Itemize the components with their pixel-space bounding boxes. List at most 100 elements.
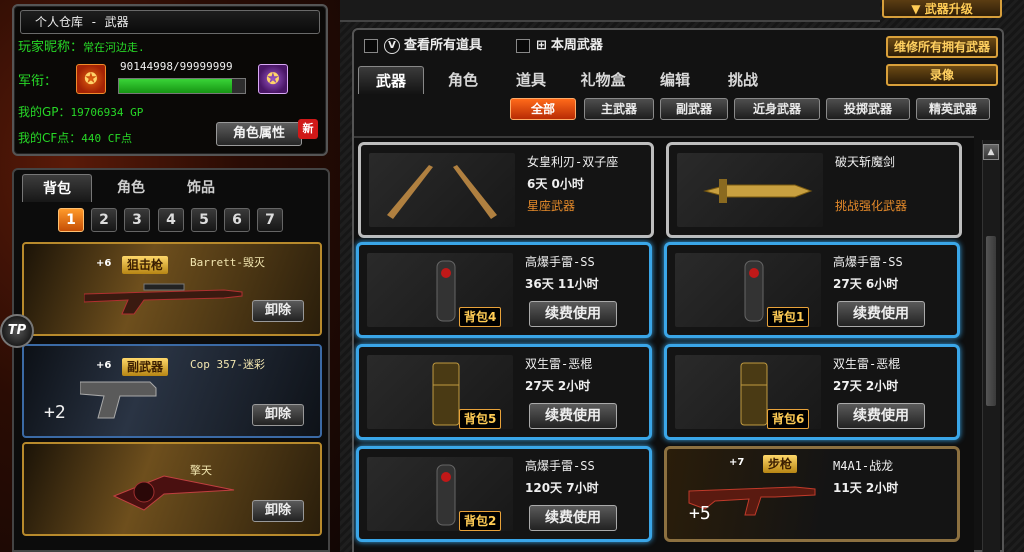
renew-button[interactable]: 续费使用: [529, 301, 617, 327]
tab-edit[interactable]: 编辑: [642, 66, 708, 94]
item-category: 挑战强化武器: [835, 199, 908, 213]
exp-progress-bar: [118, 78, 246, 94]
page-button-1[interactable]: 1: [58, 208, 84, 232]
item-name: 高爆手雷-SS: [525, 255, 595, 269]
unload-button[interactable]: 卸除: [252, 500, 304, 522]
tab-items[interactable]: 道具: [498, 66, 564, 94]
item-image: [677, 153, 823, 227]
unload-button[interactable]: 卸除: [252, 300, 304, 322]
bag-tab-character[interactable]: 角色: [96, 174, 166, 202]
page-button-4[interactable]: 4: [158, 208, 184, 232]
scrollbar[interactable]: ▲: [982, 140, 1000, 552]
slot-upgrade-level: +2: [44, 402, 66, 423]
slot-type-tag: 狙击枪: [122, 256, 169, 274]
page-button-3[interactable]: 3: [124, 208, 150, 232]
sniper-rifle-icon: [84, 283, 243, 315]
filter-primary[interactable]: 主武器: [584, 98, 654, 120]
backpack-slot-badge: 背包4: [459, 307, 502, 327]
bag-slot-melee[interactable]: 擎天 卸除: [22, 442, 322, 536]
item-name: 双生雷-恶棍: [833, 357, 901, 371]
gp-display: 我的GP：19706934 GP: [18, 103, 143, 120]
filter-melee[interactable]: 近身武器: [734, 98, 820, 120]
cf-display: 我的CF点：440 CF点: [18, 129, 132, 146]
checkbox[interactable]: [364, 38, 378, 53]
backpack-slot-badge: 背包2: [459, 511, 502, 531]
page-button-7[interactable]: 7: [257, 208, 283, 232]
checkbox[interactable]: [516, 38, 530, 53]
bag-tab-accessories[interactable]: 饰品: [166, 174, 236, 202]
slot-plus: +6: [96, 258, 112, 269]
item-image: [369, 153, 515, 227]
new-badge: 新: [298, 119, 318, 139]
item-time-left: 36天 11小时: [525, 277, 599, 291]
repair-all-button[interactable]: 维修所有拥有武器: [886, 36, 998, 58]
bag-slot-sniper[interactable]: +6 狙击枪 Barrett-毁灭 卸除: [22, 242, 322, 336]
item-name: 双生雷-恶棍: [525, 357, 593, 371]
slot-plus: +6: [96, 360, 112, 371]
cf-label: 我的CF点：: [18, 131, 82, 145]
renew-button[interactable]: 续费使用: [837, 403, 925, 429]
item-name: 女皇利刃-双子座: [527, 155, 619, 169]
tab-challenge[interactable]: 挑战: [710, 66, 776, 94]
slot-weapon-name: Cop 357-迷彩: [190, 358, 265, 371]
item-name: M4A1-战龙: [833, 459, 894, 473]
weapon-upgrade-label: 武器升级: [924, 2, 973, 16]
top-strip: [340, 0, 880, 22]
tab-character[interactable]: 角色: [430, 66, 496, 94]
item-card[interactable]: 背包6 双生雷-恶棍 27天 2小时 续费使用: [664, 344, 960, 440]
item-card[interactable]: 背包1 高爆手雷-SS 27天 6小时 续费使用: [664, 242, 960, 338]
view-all-label: 查看所有道具: [404, 38, 483, 53]
bag-slot-secondary[interactable]: +6 副武器 Cop 357-迷彩 +2 卸除: [22, 344, 322, 438]
record-button[interactable]: 录像: [886, 64, 998, 86]
scroll-thumb[interactable]: [986, 236, 996, 406]
view-all-toggle[interactable]: V 查看所有道具: [364, 34, 482, 54]
nickname-value: 常在河边走.: [83, 41, 145, 54]
v-icon: V: [384, 37, 400, 54]
page-button-2[interactable]: 2: [91, 208, 117, 232]
item-time-left: 27天 2小时: [525, 379, 591, 393]
gp-label: 我的GP：: [18, 105, 71, 119]
item-card[interactable]: 背包2 高爆手雷-SS 120天 7小时 续费使用: [356, 446, 652, 542]
melee-weapon-icon: [112, 475, 235, 511]
item-card[interactable]: 背包5 双生雷-恶棍 27天 2小时 续费使用: [356, 344, 652, 440]
backpack-slot-badge: 背包5: [459, 409, 502, 429]
scroll-up-icon[interactable]: ▲: [983, 144, 999, 160]
backpack-slot-badge: 背包6: [767, 409, 810, 429]
filter-all[interactable]: 全部: [510, 98, 576, 120]
weapon-upgrade-button[interactable]: ▼ 武器升级: [882, 0, 1002, 18]
item-category: 星座武器: [527, 199, 576, 213]
renew-button[interactable]: 续费使用: [529, 505, 617, 531]
tab-gift-box[interactable]: 礼物盒: [570, 66, 636, 94]
item-card[interactable]: 破天斩魔剑 挑战强化武器: [666, 142, 962, 238]
item-card[interactable]: +7 步枪 +5 M4A1-战龙 11天 2小时: [664, 446, 960, 542]
filter-secondary[interactable]: 副武器: [660, 98, 728, 120]
item-name: 破天斩魔剑: [835, 155, 896, 169]
renew-button[interactable]: 续费使用: [837, 301, 925, 327]
item-time-left: 6天 0小时: [527, 177, 584, 191]
item-name: 高爆手雷-SS: [833, 255, 903, 269]
item-time-left: 27天 6小时: [833, 277, 899, 291]
role-attributes-button[interactable]: 角色属性: [216, 122, 302, 146]
item-card[interactable]: 背包4 高爆手雷-SS 36天 11小时 续费使用: [356, 242, 652, 338]
page-button-6[interactable]: 6: [224, 208, 250, 232]
item-plus-level: +7: [729, 457, 745, 468]
tp-badge[interactable]: TP: [0, 314, 34, 348]
current-rank-icon: ✪: [76, 64, 106, 94]
item-type-tag: 步枪: [763, 455, 798, 473]
tab-weapons[interactable]: 武器: [358, 66, 424, 94]
item-time-left: 120天 7小时: [525, 481, 599, 495]
player-nickname: 玩家昵称：常在河边走.: [18, 36, 145, 55]
page-button-5[interactable]: 5: [191, 208, 217, 232]
item-time-left: 11天 2小时: [833, 481, 899, 495]
gp-value: 19706934 GP: [70, 106, 144, 119]
next-rank-icon: ✪: [258, 64, 288, 94]
renew-button[interactable]: 续费使用: [529, 403, 617, 429]
bag-tab-backpack[interactable]: 背包: [22, 174, 92, 202]
weekly-weapon-toggle[interactable]: ⊞ 本周武器: [516, 34, 603, 54]
dual-blades-icon: [387, 165, 497, 219]
item-card[interactable]: 女皇利刃-双子座 6天 0小时 星座武器: [358, 142, 654, 238]
filter-elite[interactable]: 精英武器: [916, 98, 990, 120]
backpack-slot-badge: 背包1: [767, 307, 810, 327]
filter-throwing[interactable]: 投掷武器: [826, 98, 910, 120]
unload-button[interactable]: 卸除: [252, 404, 304, 426]
